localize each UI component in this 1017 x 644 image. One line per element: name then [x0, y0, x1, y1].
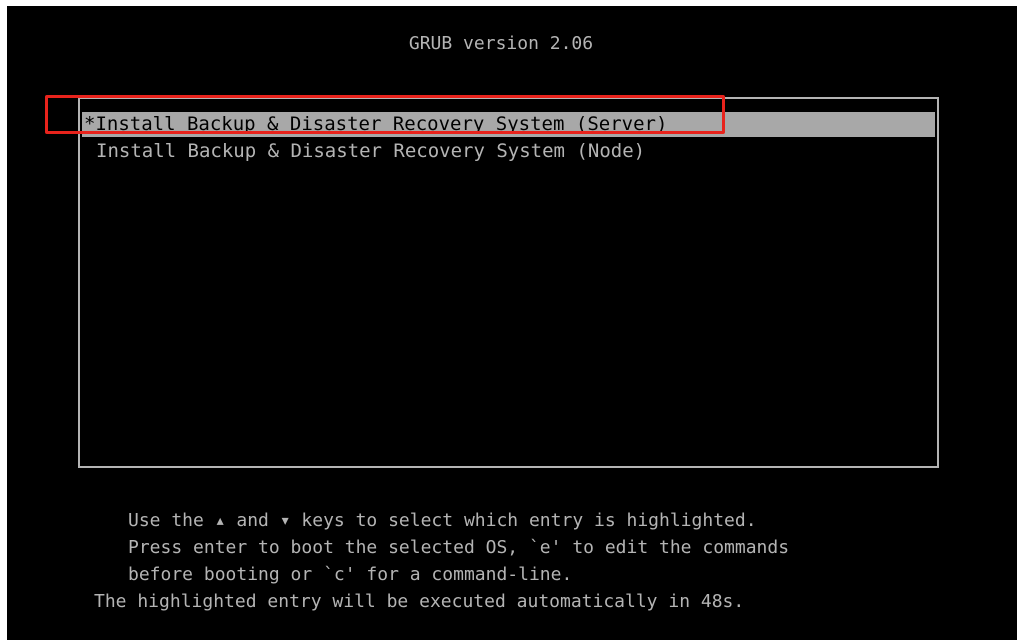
menu-entry-install-node[interactable]: Install Backup & Disaster Recovery Syste…: [82, 139, 935, 164]
autoboot-countdown: The highlighted entry will be executed a…: [94, 591, 745, 612]
help-text-boot: Press enter to boot the selected OS, `e'…: [128, 537, 790, 558]
help-text-commandline: before booting or `c' for a command-line…: [128, 564, 573, 585]
grub-screen: GRUB version 2.06 *Install Backup & Disa…: [7, 6, 1017, 640]
menu-entry-install-server[interactable]: *Install Backup & Disaster Recovery Syst…: [82, 112, 935, 137]
help-text-keys: Use the ▴ and ▾ keys to select which ent…: [128, 510, 757, 531]
boot-menu: *Install Backup & Disaster Recovery Syst…: [78, 97, 939, 468]
grub-title: GRUB version 2.06: [408, 33, 594, 54]
